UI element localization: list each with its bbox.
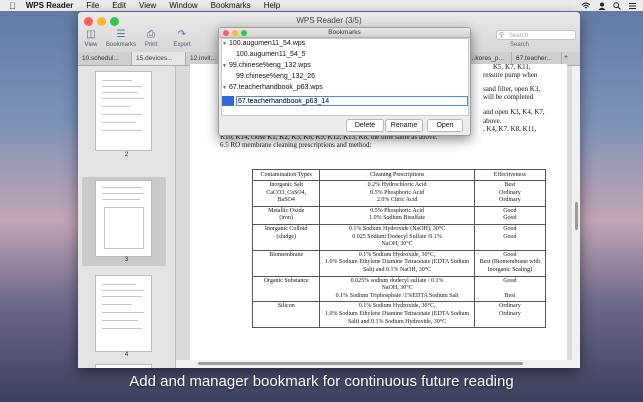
bookmark-item[interactable]: 99.chinese%eng_132_26 [236, 73, 315, 80]
table-cell: Good Best (Biomembrane with Inorganic Scal… [473, 249, 547, 277]
bookmark-file-item[interactable]: ▼ 67.teacherhandbook_p63.wps [222, 84, 323, 91]
tab-add-button[interactable]: + [564, 54, 568, 61]
table-cell: Organic Substance [251, 275, 321, 303]
table-header-cell: Cleaning Prescriptions [319, 169, 475, 181]
table-cell: Biomembrane [251, 249, 321, 277]
doc-text-line: , K4, K7, K8, K11, [483, 125, 537, 133]
doc-text-line: sand filter, open K3, [483, 85, 541, 93]
rename-button[interactable]: Rename [385, 119, 423, 132]
table-row: Organic Substance 0.025% sodium dodecyl … [251, 275, 547, 303]
doc-text-line: will be completed [483, 93, 534, 101]
search-icon: ⚲ [499, 32, 505, 39]
bookmark-item[interactable]: 100.augumen11_54_5 [236, 51, 306, 58]
page-thumbnail[interactable] [95, 275, 152, 352]
selection-highlight [222, 96, 234, 106]
wifi-icon[interactable] [581, 2, 591, 10]
page-thumbnail[interactable] [95, 71, 152, 151]
doc-text-line: ressure pump when [483, 71, 538, 79]
print-icon: ⎙ [147, 29, 155, 40]
table-cell: Good Good [473, 205, 547, 225]
dialog-title: Bookmarks [328, 29, 361, 36]
view-icon: ◫ [86, 29, 96, 40]
open-button[interactable]: Open [427, 119, 463, 132]
tab-schedule[interactable]: 10.schedul... [78, 52, 132, 65]
bookmarks-icon: ☰ [116, 29, 126, 40]
vertical-scrollbar-thumb[interactable] [575, 202, 578, 230]
disclosure-triangle-icon[interactable]: ▼ [222, 63, 229, 69]
table-header-cell: Contamination Types [251, 169, 321, 181]
doc-section-heading: 6.5 RO membrane cleaning prescriptions a… [220, 141, 372, 149]
page-thumbnail-selected[interactable] [95, 180, 152, 257]
window-title: WPS Reader (3/5) [296, 16, 362, 25]
doc-text-line: and open K3, K4, K7, [483, 108, 545, 116]
bookmarks-dialog: Bookmarks ▼ 100.augumen11_54.wps 100.augu… [218, 27, 471, 136]
doc-text-line: above. [483, 117, 502, 125]
menu-help[interactable]: Help [264, 1, 280, 10]
table-cell: Best Ordinary Ordinary [473, 180, 547, 207]
page-number: 3 [124, 257, 129, 263]
bookmark-file-item[interactable]: ▼ 99.chinese%eng_132.wps [222, 62, 311, 69]
table-cell: Silicon [251, 301, 321, 329]
doc-text-line: K5, K7, K11, [493, 63, 531, 71]
user-icon[interactable] [598, 2, 606, 10]
notification-center-icon[interactable] [628, 2, 637, 10]
table-cell: Good Best [473, 275, 547, 303]
table-row: Inorganic Salt CaCO3, CaSO4, BaSO4 0.2% Hy… [251, 180, 547, 207]
menu-view[interactable]: View [139, 1, 156, 10]
cleaning-prescriptions-table: Contamination Types Cleaning Prescriptio… [251, 169, 547, 329]
page-thumbnail-sidebar[interactable]: 2 3 4 [78, 66, 176, 368]
delete-button[interactable]: Delete [346, 119, 384, 132]
table-cell: 0.1% Sodium Hydroxide, 30°C, 1.0% Sodium … [319, 301, 475, 329]
dialog-title-bar: Bookmarks [219, 28, 470, 38]
table-row: Inorganic Colloid (sludge) 0.1% Sodium Hy… [251, 223, 547, 251]
menu-bar:  WPS Reader File Edit View Window Bookm… [0, 0, 643, 11]
table-cell: 0.5% Phosphoric Acid 1.0% Sodium Bisulfat… [319, 205, 475, 225]
menu-bookmarks[interactable]: Bookmarks [211, 1, 251, 10]
table-cell: 0.025% sodium dodecyl sulfate / 0.1% NaOH… [319, 275, 475, 303]
table-header-row: Contamination Types Cleaning Prescriptio… [251, 169, 547, 181]
page-number: 4 [124, 352, 129, 358]
table-header-cell: Effectiveness [473, 169, 547, 181]
table-cell: Ordinary Ordinary [473, 301, 547, 329]
table-cell: Good Good [473, 223, 547, 251]
page-thumbnail[interactable] [95, 364, 152, 368]
table-cell: 0.1% Sodium Hydroxide, 30°C, 1.0% Sodium … [319, 249, 475, 277]
menu-app-name[interactable]: WPS Reader [26, 1, 74, 10]
menu-window[interactable]: Window [169, 1, 197, 10]
page-number: 2 [124, 152, 129, 158]
table-row: Biomembrane 0.1% Sodium Hydroxide, 30°C,… [251, 249, 547, 277]
table-cell: Metallic Oxide (iron) [251, 205, 321, 225]
search-label: Search [510, 42, 530, 48]
table-cell: Inorganic Colloid (sludge) [251, 223, 321, 251]
bookmarks-button[interactable]: ☰ Bookmarks [104, 29, 138, 48]
search-input[interactable]: Search [496, 30, 576, 40]
spotlight-search-icon[interactable] [613, 1, 621, 10]
horizontal-scrollbar-thumb[interactable] [198, 362, 523, 365]
promo-caption: Add and manager bookmark for continuous … [129, 373, 514, 390]
bookmark-rename-row [222, 96, 468, 106]
export-icon: ↷ [177, 29, 187, 40]
tab-devices[interactable]: 15.devices... [132, 52, 186, 65]
table-cell: 0.1% Sodium Hydroxide (NaOH), 30°C 0.025 … [319, 223, 475, 251]
table-cell: 0.2% Hydrochloric Acid 0.5% Phosphoric Ac… [319, 180, 475, 207]
disclosure-triangle-icon[interactable]: ▼ [222, 41, 229, 47]
table-row: Metallic Oxide (iron) 0.5% Phosphoric Aci… [251, 205, 547, 225]
table-row: Silicon 0.1% Sodium Hydroxide, 30°C, 1.0%… [251, 301, 547, 329]
bookmark-file-item[interactable]: ▼ 100.augumen11_54.wps [222, 40, 305, 47]
bookmark-name-field[interactable] [236, 96, 468, 106]
menu-edit[interactable]: Edit [112, 1, 126, 10]
table-cell: Inorganic Salt CaCO3, CaSO4, BaSO4 [251, 180, 321, 207]
apple-menu-icon[interactable]:  [9, 1, 16, 11]
disclosure-triangle-icon[interactable]: ▼ [222, 85, 229, 91]
print-button[interactable]: ⎙ Print [134, 29, 168, 48]
export-button[interactable]: ↷ Export [165, 29, 199, 48]
menu-file[interactable]: File [86, 1, 99, 10]
bookmark-list[interactable]: ▼ 100.augumen11_54.wps 100.augumen11_54_5… [221, 38, 469, 116]
